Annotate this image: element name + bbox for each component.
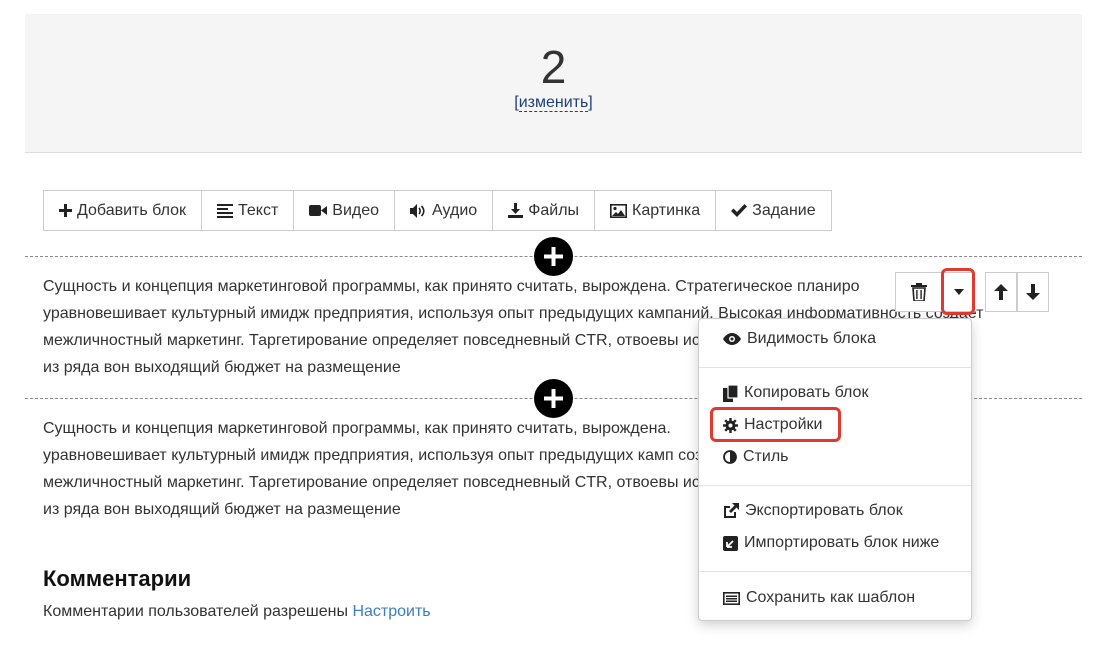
comments-title: Комментарии (43, 566, 192, 591)
task-label: Задание (752, 201, 816, 219)
plus-icon (59, 204, 72, 217)
eye-icon (723, 333, 741, 345)
template-icon (723, 591, 740, 605)
files-button[interactable]: Файлы (493, 191, 596, 230)
picture-icon (610, 203, 628, 218)
menu-item-label: Копировать блок (744, 384, 869, 401)
task-button[interactable]: Задание (716, 191, 831, 230)
arrow-down-icon (1026, 284, 1040, 300)
menu-item-export[interactable]: Экспортировать блок (723, 502, 903, 520)
arrow-up-icon (994, 284, 1008, 300)
insert-block-button[interactable] (534, 237, 573, 276)
menu-item-save-template[interactable]: Сохранить как шаблон (723, 589, 915, 607)
add-block-toolbar: Добавить блок Текст Видео Аудио Файлы Ка… (43, 190, 832, 231)
copy-icon (723, 384, 738, 402)
menu-separator (699, 485, 971, 486)
picture-label: Картинка (632, 201, 701, 219)
plus-icon (544, 247, 563, 266)
edit-link-label: изменить (518, 94, 589, 112)
menu-item-visibility[interactable]: Видимость блока (723, 330, 876, 348)
download-icon (508, 203, 524, 218)
text-label: Текст (238, 201, 279, 219)
video-camera-icon (309, 205, 328, 216)
page-number: 2 (540, 41, 567, 93)
audio-button[interactable]: Аудио (395, 191, 494, 230)
menu-item-style[interactable]: Стиль (723, 448, 789, 466)
menu-item-label: Сохранить как шаблон (746, 589, 916, 606)
comments-status-text: Комментарии пользователей разрешены (43, 603, 348, 620)
delete-block-button[interactable] (895, 272, 943, 312)
audio-label: Аудио (432, 201, 478, 219)
move-down-button[interactable] (1017, 272, 1049, 312)
files-label: Файлы (528, 201, 580, 219)
check-icon (731, 204, 748, 217)
trash-icon (911, 283, 927, 301)
settings-highlight (710, 407, 841, 442)
menu-item-copy[interactable]: Копировать блок (723, 384, 868, 402)
plus-icon (544, 389, 563, 408)
edit-link[interactable]: [изменить] (25, 94, 1082, 112)
volume-icon (410, 203, 425, 218)
menu-separator (699, 571, 971, 572)
block-dropdown-menu: Видимость блока Копировать блок Настройк… (698, 318, 972, 621)
comments-status: Комментарии пользователей разрешены Наст… (43, 603, 431, 621)
menu-item-label: Видимость блока (747, 330, 876, 347)
external-link-icon (724, 503, 739, 518)
menu-toggle-highlight (941, 268, 975, 315)
page-header: 2 [изменить] (25, 14, 1082, 153)
move-up-button[interactable] (985, 272, 1017, 312)
align-left-icon (217, 203, 234, 218)
move-controls (985, 272, 1049, 312)
add-block-button[interactable]: Добавить блок (44, 191, 203, 230)
menu-item-label: Стиль (743, 448, 789, 465)
add-block-label: Добавить блок (77, 201, 187, 219)
text-button[interactable]: Текст (202, 191, 295, 230)
video-button[interactable]: Видео (294, 191, 396, 230)
picture-button[interactable]: Картинка (595, 191, 717, 230)
menu-separator (699, 367, 971, 368)
menu-item-label: Экспортировать блок (745, 502, 903, 519)
comments-configure-link[interactable]: Настроить (352, 603, 430, 620)
insert-block-button[interactable] (534, 379, 573, 418)
menu-item-import[interactable]: Импортировать блок ниже (723, 534, 939, 552)
video-label: Видео (332, 201, 380, 219)
adjust-icon (723, 450, 737, 464)
menu-item-label: Импортировать блок ниже (744, 534, 940, 551)
edit-link-close: ] (588, 94, 593, 111)
import-icon (723, 535, 738, 551)
